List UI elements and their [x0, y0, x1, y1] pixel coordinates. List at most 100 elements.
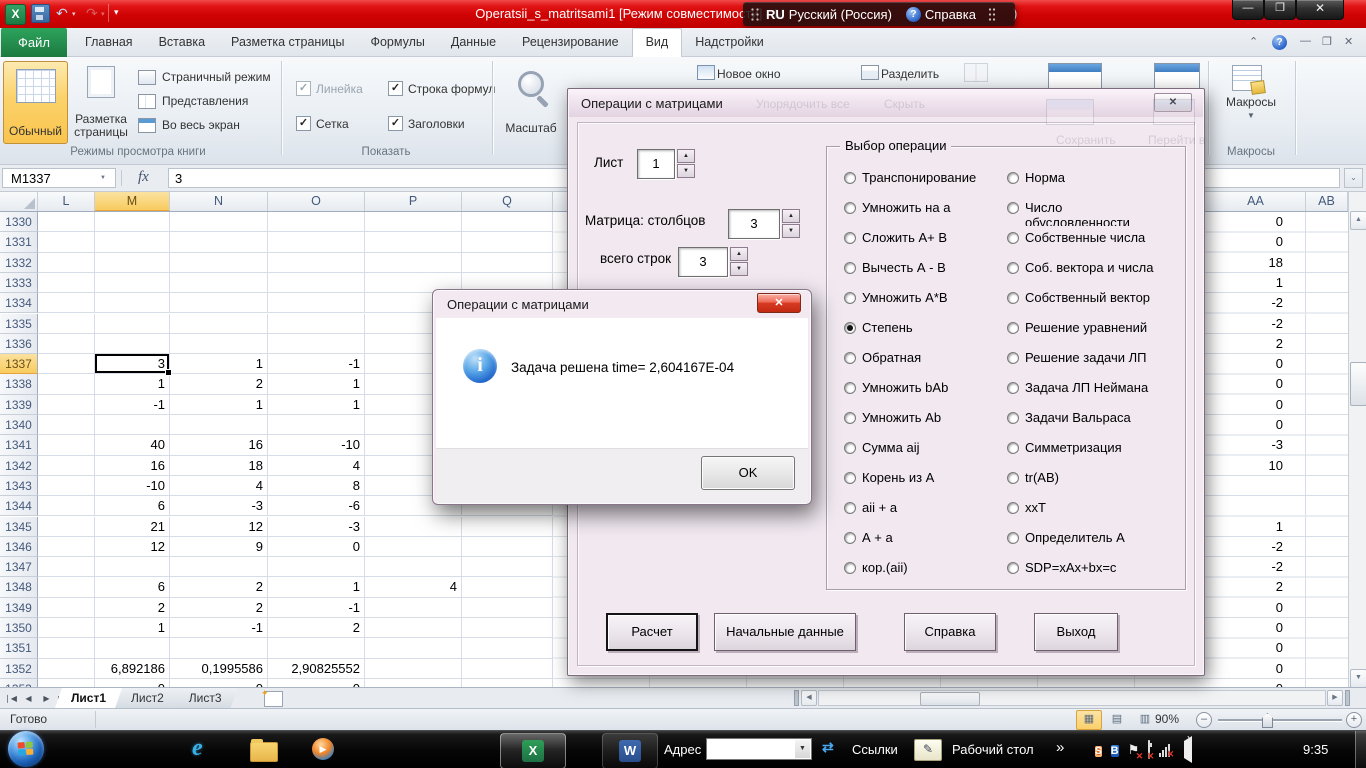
- explorer-folder-icon[interactable]: [250, 739, 278, 762]
- cell-O1351[interactable]: [268, 638, 365, 659]
- fx-icon[interactable]: fx: [138, 169, 149, 186]
- radio-right-10[interactable]: [1007, 472, 1019, 484]
- cell-P1350[interactable]: [365, 618, 462, 639]
- first-sheet-icon[interactable]: ❘◀: [3, 691, 18, 706]
- cell-N1338[interactable]: 2: [170, 374, 268, 395]
- ribbon-collapse-icon[interactable]: ⌃: [1249, 35, 1258, 48]
- cell-O1347[interactable]: [268, 557, 365, 578]
- cell-M1334[interactable]: [95, 293, 170, 314]
- cell-N1343[interactable]: 4: [170, 475, 268, 497]
- cell-O1333[interactable]: [268, 272, 365, 294]
- checkbox-icon[interactable]: ✓: [296, 81, 311, 96]
- page-layout-view-icon[interactable]: ▤: [1104, 710, 1130, 730]
- cell-O1350[interactable]: 2: [268, 618, 365, 639]
- cell-N1330[interactable]: [170, 212, 268, 233]
- radio-right-6[interactable]: [1007, 352, 1019, 364]
- radio-left-6[interactable]: [844, 352, 856, 364]
- cell-M1338[interactable]: 1: [95, 374, 170, 395]
- close-button[interactable]: ✕: [1296, 0, 1344, 20]
- cell-L1349[interactable]: [38, 597, 95, 618]
- horizontal-scrollbar[interactable]: [818, 690, 1326, 706]
- radio-left-0[interactable]: [844, 172, 856, 184]
- cell-L1334[interactable]: [38, 293, 95, 314]
- dialog-button-1[interactable]: Начальные данные: [714, 613, 856, 651]
- cell-AA1332[interactable]: 18: [1206, 252, 1306, 273]
- save-icon[interactable]: [31, 4, 50, 23]
- cell-L1331[interactable]: [38, 232, 95, 253]
- cell-L1352[interactable]: [38, 658, 95, 679]
- cell-AA1342[interactable]: 10: [1206, 455, 1306, 476]
- cell-Q1352[interactable]: [462, 658, 553, 679]
- show-option-2[interactable]: ✓ Сетка: [296, 106, 388, 141]
- cell-N1336[interactable]: [170, 333, 268, 355]
- excel-app-icon[interactable]: X: [5, 4, 26, 25]
- column-header-M[interactable]: M: [95, 192, 170, 211]
- cell-L1340[interactable]: [38, 415, 95, 436]
- refresh-icon[interactable]: ⇄: [822, 739, 834, 756]
- radio-left-11[interactable]: [844, 502, 856, 514]
- cell-AA1348[interactable]: 2: [1206, 577, 1306, 598]
- cell-M1330[interactable]: [95, 212, 170, 233]
- cell-N1353[interactable]: 0: [170, 678, 268, 687]
- radio-left-7[interactable]: [844, 382, 856, 394]
- cell-N1344[interactable]: -3: [170, 496, 268, 517]
- cell-AA1347[interactable]: -2: [1206, 557, 1306, 578]
- radio-left-2[interactable]: [844, 232, 856, 244]
- zoom-button[interactable]: Масштаб: [500, 63, 562, 143]
- matrix-cols-input[interactable]: 3: [728, 209, 780, 239]
- cell-AA1346[interactable]: -2: [1206, 536, 1306, 558]
- ribbon-tab-7[interactable]: Надстройки: [682, 28, 777, 57]
- undo-icon[interactable]: ↶: [56, 4, 68, 22]
- cell-AA1330[interactable]: 0: [1206, 212, 1306, 233]
- page-layout-button[interactable]: Разметка страницы: [68, 61, 134, 142]
- cell-L1346[interactable]: [38, 536, 95, 558]
- row-header-1338[interactable]: 1338: [0, 374, 38, 395]
- cell-P1353[interactable]: [365, 678, 462, 687]
- help-icon[interactable]: ?: [905, 6, 921, 22]
- cell-L1345[interactable]: [38, 516, 95, 537]
- ribbon-tab-1[interactable]: Вставка: [146, 28, 218, 57]
- cell-P1345[interactable]: [365, 516, 462, 537]
- cell-AA1340[interactable]: 0: [1206, 415, 1306, 436]
- cell-N1349[interactable]: 2: [170, 597, 268, 618]
- cell-AA1335[interactable]: -2: [1206, 313, 1306, 334]
- scroll-up-icon[interactable]: ▲: [1350, 211, 1366, 230]
- cell-Q1350[interactable]: [462, 618, 553, 639]
- spin-up-icon[interactable]: ▲: [730, 247, 748, 261]
- matrix-rows-input[interactable]: 3: [678, 247, 728, 277]
- msgbox-close-icon[interactable]: ✕: [757, 293, 801, 313]
- cell-O1344[interactable]: -6: [268, 496, 365, 517]
- fill-handle[interactable]: [165, 369, 172, 377]
- macros-dropdown-icon[interactable]: ▼: [1208, 111, 1294, 120]
- row-header-1347[interactable]: 1347: [0, 557, 38, 578]
- language-name[interactable]: Русский (Россия): [789, 7, 892, 22]
- cell-L1339[interactable]: [38, 394, 95, 415]
- power-tray-icon[interactable]: ✕: [1147, 740, 1154, 761]
- radio-right-13[interactable]: [1007, 562, 1019, 574]
- cell-O1330[interactable]: [268, 212, 365, 233]
- radio-left-13[interactable]: [844, 562, 856, 574]
- cell-O1337[interactable]: -1: [268, 354, 365, 375]
- cell-L1337[interactable]: [38, 354, 95, 375]
- cell-M1344[interactable]: 6: [95, 496, 170, 517]
- vertical-scrollbar[interactable]: ▲ ▼: [1348, 192, 1366, 688]
- spin-up-icon[interactable]: ▲: [677, 149, 695, 163]
- volume-tray-icon[interactable]: ): [1179, 735, 1193, 763]
- cell-O1334[interactable]: [268, 293, 365, 314]
- checkbox-icon[interactable]: ✓: [388, 81, 403, 96]
- grip-icon[interactable]: [750, 7, 760, 21]
- cell-O1335[interactable]: [268, 313, 365, 334]
- radio-right-7[interactable]: [1007, 382, 1019, 394]
- column-header-N[interactable]: N: [170, 192, 268, 211]
- cell-N1352[interactable]: 0,1995586: [170, 658, 268, 679]
- column-header-L[interactable]: L: [38, 192, 95, 211]
- row-header-1350[interactable]: 1350: [0, 618, 38, 639]
- cell-M1348[interactable]: 6: [95, 577, 170, 598]
- radio-left-8[interactable]: [844, 412, 856, 424]
- cell-N1348[interactable]: 2: [170, 577, 268, 598]
- cell-O1345[interactable]: -3: [268, 516, 365, 537]
- cell-P1351[interactable]: [365, 638, 462, 659]
- cell-O1331[interactable]: [268, 232, 365, 253]
- cell-L1336[interactable]: [38, 333, 95, 355]
- cell-Q1346[interactable]: [462, 536, 553, 558]
